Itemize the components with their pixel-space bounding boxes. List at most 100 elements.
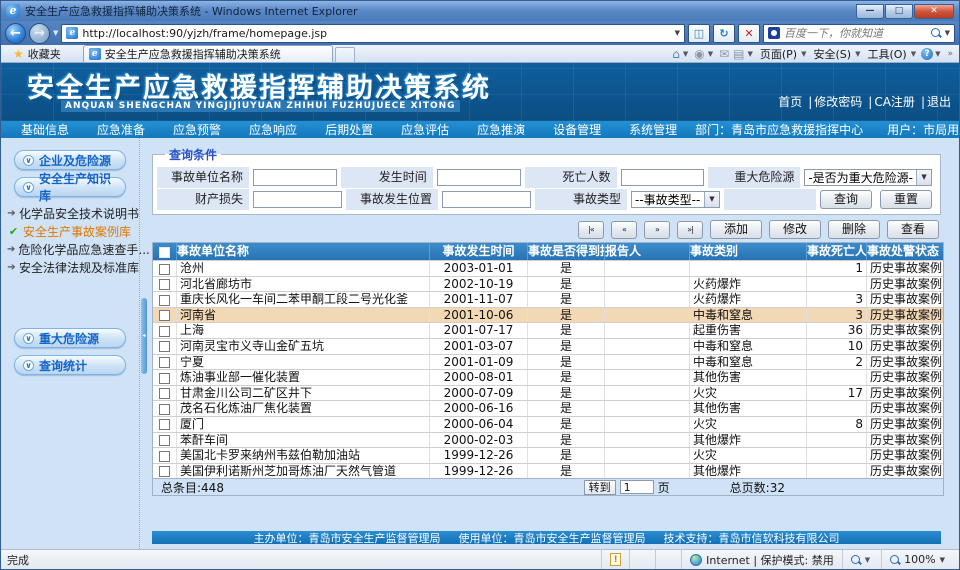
new-tab-button[interactable] (335, 47, 355, 62)
sidebar-group[interactable]: ∨安全生产知识库 (14, 177, 126, 197)
nav-item[interactable]: 应急响应 (239, 121, 315, 138)
print-dropdown-icon[interactable]: ▼ (747, 50, 752, 58)
prev-page-button[interactable]: « (611, 221, 637, 239)
tab-active[interactable]: e 安全生产应急救援指挥辅助决策系统 (83, 45, 333, 62)
forward-button[interactable]: → (29, 23, 50, 44)
stop-button[interactable]: ✕ (738, 24, 760, 43)
goto-page-button[interactable]: 转到 (584, 480, 616, 495)
sidebar-group[interactable]: ∨重大危险源 (14, 328, 126, 348)
safety-dropdown-icon[interactable]: ▼ (855, 50, 860, 58)
refresh-button[interactable]: ↻ (713, 24, 735, 43)
url-field[interactable]: e http://localhost:90/yjzh/frame/homepag… (61, 24, 685, 43)
favorites-button[interactable]: ★ 收藏夹 (5, 46, 69, 62)
row-checkbox[interactable] (159, 326, 170, 337)
zoom-icon[interactable] (851, 555, 861, 565)
table-row[interactable]: 沧州2003-01-01是1历史事故案例 (153, 260, 943, 276)
major-hazard-select[interactable]: -是否为重大危险源- ▼ (804, 169, 932, 186)
search-box[interactable]: 百度一下，你就知道 ▼ (763, 24, 955, 43)
table-row[interactable]: 重庆长风化一车间二苯甲酮工段二号光化釜2001-11-07是火药爆炸3历史事故案… (153, 291, 943, 307)
occur-time-input[interactable] (437, 169, 521, 186)
delete-button[interactable]: 删除 (828, 220, 880, 239)
print-icon[interactable]: ▤ (732, 47, 745, 61)
history-dropdown-icon[interactable]: ▼ (53, 29, 58, 37)
zoom-mode-dropdown-icon[interactable]: ▼ (865, 556, 870, 564)
row-checkbox[interactable] (159, 341, 170, 352)
rss-icon[interactable]: ◉ (693, 47, 705, 61)
table-row[interactable]: 宁夏2001-01-09是中毒和窒息2历史事故案例 (153, 354, 943, 370)
minimize-button[interactable]: — (856, 4, 884, 19)
deaths-input[interactable] (621, 169, 705, 186)
row-checkbox[interactable] (159, 404, 170, 415)
table-row[interactable]: 河南省2001-10-06是中毒和窒息3历史事故案例 (153, 307, 943, 323)
table-row[interactable]: 炼油事业部一催化装置2000-08-01是其他伤害历史事故案例 (153, 369, 943, 385)
row-checkbox[interactable] (159, 419, 170, 430)
row-checkbox[interactable] (159, 279, 170, 290)
menu-tools[interactable]: 工具(O) (865, 46, 908, 62)
accident-unit-input[interactable] (253, 169, 337, 186)
table-row[interactable]: 甘肃金川公司二矿区井下2000-07-09是火灾17历史事故案例 (153, 385, 943, 401)
overflow-chevron-icon[interactable]: » (945, 49, 955, 59)
view-button[interactable]: 查看 (887, 220, 939, 239)
mail-icon[interactable]: ✉ (718, 47, 730, 61)
sidebar-item[interactable]: ✔安全生产事故案例库 (7, 222, 139, 240)
reset-button[interactable]: 重置 (880, 190, 932, 209)
last-page-button[interactable]: »| (677, 221, 703, 239)
row-checkbox[interactable] (159, 310, 170, 321)
nav-item[interactable]: 应急准备 (87, 121, 163, 138)
select-all-checkbox[interactable] (159, 247, 170, 258)
sidebar-item[interactable]: ➔危险化学品应急速查手... (7, 240, 139, 258)
table-row[interactable]: 美国伊利诺斯州芝加哥炼油厂天然气管道1999-12-26是其他爆炸历史事故案例 (153, 463, 943, 479)
menu-safety[interactable]: 安全(S) (811, 46, 853, 62)
search-dropdown-icon[interactable]: ▼ (945, 29, 950, 37)
property-loss-input[interactable] (253, 191, 342, 208)
search-icon[interactable] (931, 28, 941, 38)
splitter-handle[interactable]: ◂ (141, 298, 147, 374)
zoom-control[interactable]: 100% ▼ (881, 550, 953, 569)
page-dropdown-icon[interactable]: ▼ (801, 50, 806, 58)
nav-item[interactable]: 应急推演 (467, 121, 543, 138)
maximize-button[interactable]: □ (885, 4, 913, 19)
compatibility-view-button[interactable]: ◫ (688, 24, 710, 43)
home-dropdown-icon[interactable]: ▼ (683, 50, 688, 58)
row-checkbox[interactable] (159, 295, 170, 306)
sidebar-group[interactable]: ∨查询统计 (14, 355, 126, 375)
search-button[interactable]: 查询 (820, 190, 872, 209)
url-dropdown-icon[interactable]: ▼ (675, 29, 680, 37)
nav-item[interactable]: 应急预警 (163, 121, 239, 138)
table-row[interactable]: 上海2001-07-17是起重伤害36历史事故案例 (153, 322, 943, 338)
location-input[interactable] (442, 191, 531, 208)
sidebar-splitter[interactable]: ◂ (139, 138, 148, 549)
row-checkbox[interactable] (159, 264, 170, 275)
header-link[interactable]: CA注册 (874, 95, 915, 109)
row-checkbox[interactable] (159, 466, 170, 477)
help-dropdown-icon[interactable]: ▼ (935, 50, 940, 58)
table-row[interactable]: 美国北卡罗来纳州韦兹伯勒加油站1999-12-26是火灾历史事故案例 (153, 447, 943, 463)
nav-item[interactable]: 后期处置 (315, 121, 391, 138)
table-row[interactable]: 厦门2000-06-04是火灾8历史事故案例 (153, 416, 943, 432)
accident-type-select[interactable]: --事故类型-- ▼ (631, 191, 720, 208)
help-icon[interactable]: ? (921, 48, 933, 60)
table-row[interactable]: 河南灵宝市义寺山金矿五坑2001-03-07是中毒和窒息10历史事故案例 (153, 338, 943, 354)
rss-dropdown-icon[interactable]: ▼ (708, 50, 713, 58)
add-button[interactable]: 添加 (710, 220, 762, 239)
modify-button[interactable]: 修改 (769, 220, 821, 239)
nav-item[interactable]: 基础信息 (11, 121, 87, 138)
table-row[interactable]: 茂名石化炼油厂焦化装置2000-06-16是其他伤害历史事故案例 (153, 400, 943, 416)
first-page-button[interactable]: |« (578, 221, 604, 239)
close-button[interactable]: ✕ (914, 4, 954, 19)
row-checkbox[interactable] (159, 435, 170, 446)
table-row[interactable]: 苯酐车间2000-02-03是其他爆炸历史事故案例 (153, 432, 943, 448)
menu-page[interactable]: 页面(P) (758, 46, 799, 62)
tools-dropdown-icon[interactable]: ▼ (911, 50, 916, 58)
page-number-input[interactable]: 1 (620, 480, 654, 494)
row-checkbox[interactable] (159, 373, 170, 384)
row-checkbox[interactable] (159, 451, 170, 462)
page-alert-icon[interactable]: ! (610, 553, 621, 566)
home-icon[interactable]: ⌂ (671, 47, 681, 61)
header-link[interactable]: 首页 (778, 95, 802, 109)
next-page-button[interactable]: » (644, 221, 670, 239)
header-link[interactable]: 退出 (927, 95, 951, 109)
nav-item[interactable]: 设备管理 (543, 121, 619, 138)
sidebar-item[interactable]: ➔化学品安全技术说明书 (7, 204, 139, 222)
table-row[interactable]: 河北省廊坊市2002-10-19是火药爆炸历史事故案例 (153, 276, 943, 292)
